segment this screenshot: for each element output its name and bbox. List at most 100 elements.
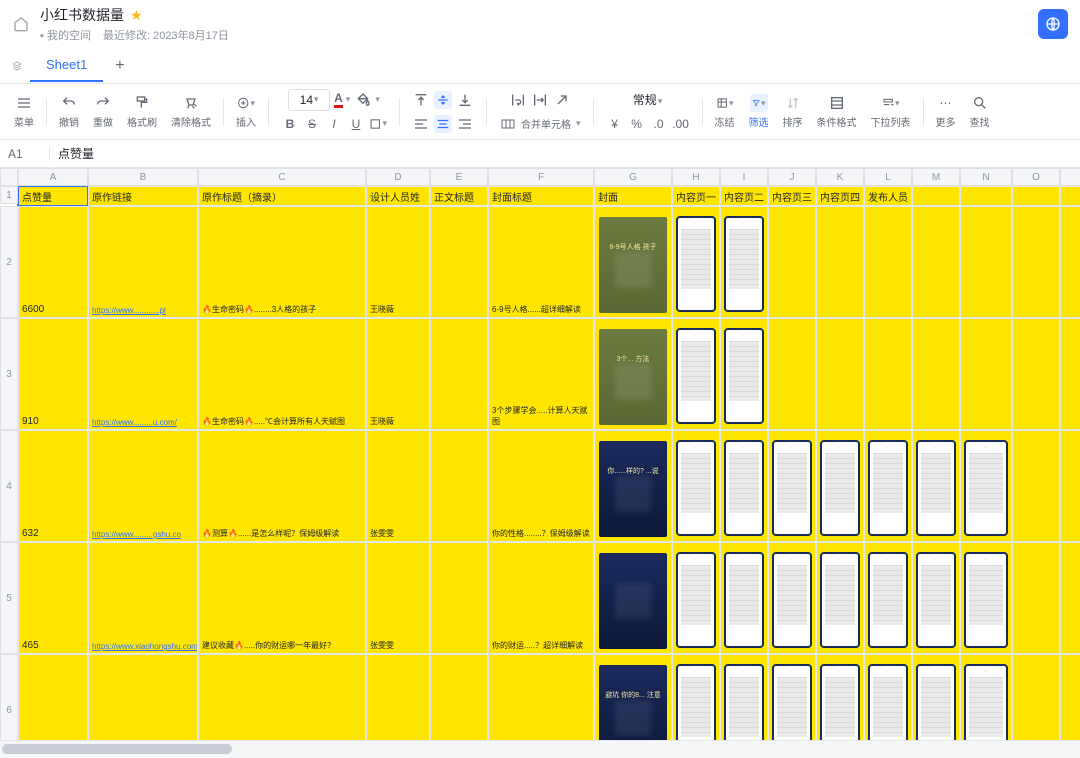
column-header-cell[interactable]: 发布人员	[864, 186, 912, 206]
likes-cell[interactable]: 632	[18, 430, 88, 542]
col-header[interactable]: C	[198, 168, 366, 186]
cover-thumb-cell[interactable]: 6-9号人格 孩子	[594, 206, 672, 318]
redo-button[interactable]: 重做	[87, 92, 119, 131]
empty-cell[interactable]	[912, 318, 960, 430]
empty-cell[interactable]	[1012, 206, 1060, 318]
title-cell[interactable]: 🔥测算🔥......是怎么样呢？保姆级解读	[198, 430, 366, 542]
content-card-cell[interactable]: ·	[912, 430, 960, 542]
empty-cell[interactable]	[1060, 542, 1080, 654]
align-right-button[interactable]	[456, 115, 474, 133]
empty-cell[interactable]	[768, 318, 816, 430]
row-header[interactable]: 1	[0, 186, 18, 204]
designer-cell[interactable]: 张雯雯	[366, 654, 430, 740]
strike-button[interactable]: S	[303, 115, 321, 133]
spreadsheet-grid[interactable]: ABCDEFGHIJKLMNOP1点赞量原作链接原作标题（摘录）设计人员姓名正文…	[0, 168, 1080, 740]
likes-cell[interactable]	[18, 654, 88, 740]
cover-title-cell[interactable]: 6-9号人格......超详细解读	[488, 206, 594, 318]
content-card-cell[interactable]: ·	[768, 430, 816, 542]
col-header[interactable]: J	[768, 168, 816, 186]
cell-address[interactable]: A1	[0, 147, 50, 161]
col-header[interactable]: D	[366, 168, 430, 186]
empty-cell[interactable]	[960, 206, 1012, 318]
empty-cell[interactable]	[1060, 654, 1080, 740]
content-card-cell[interactable]: ·	[720, 654, 768, 740]
cover-thumb-cell[interactable]: 3个... 方法	[594, 318, 672, 430]
designer-cell[interactable]: 张雯雯	[366, 430, 430, 542]
empty-cell[interactable]	[960, 318, 1012, 430]
content-card-cell[interactable]: ·	[672, 542, 720, 654]
rotate-button[interactable]	[553, 91, 571, 109]
column-header-cell[interactable]: 正文标题	[430, 186, 488, 206]
body-title-cell[interactable]	[430, 206, 488, 318]
likes-cell[interactable]: 465	[18, 542, 88, 654]
title-cell[interactable]: 🔥生命密码🔥........3人格的孩子	[198, 206, 366, 318]
horizontal-scrollbar[interactable]	[0, 740, 1080, 758]
col-header[interactable]: N	[960, 168, 1012, 186]
currency-button[interactable]: ¥	[606, 115, 624, 133]
column-header-cell[interactable]: 内容页一	[672, 186, 720, 206]
likes-cell[interactable]: 6600	[18, 206, 88, 318]
empty-cell[interactable]	[1012, 318, 1060, 430]
empty-cell[interactable]	[1060, 206, 1080, 318]
underline-button[interactable]: U	[347, 115, 365, 133]
filter-button[interactable]: ▾ 筛选	[743, 92, 775, 131]
empty-cell[interactable]	[912, 206, 960, 318]
cover-title-cell[interactable]: 你的财运.....？超详细解读	[488, 542, 594, 654]
content-card-cell[interactable]: ·	[816, 654, 864, 740]
row-header[interactable]: 6	[0, 654, 18, 740]
content-card-cell[interactable]: ·	[720, 542, 768, 654]
col-header[interactable]: A	[18, 168, 88, 186]
designer-cell[interactable]: 王晓薇	[366, 206, 430, 318]
content-card-cell[interactable]: ·	[768, 542, 816, 654]
content-card-cell[interactable]: ·	[672, 430, 720, 542]
column-header-cell[interactable]: 内容页四	[816, 186, 864, 206]
link-cell[interactable]: https://www.........u.com/	[88, 318, 198, 430]
col-header[interactable]: I	[720, 168, 768, 186]
text-color-button[interactable]: A▾	[334, 92, 350, 108]
row-header[interactable]: 3	[0, 318, 18, 430]
row-header[interactable]: 4	[0, 430, 18, 542]
column-header-cell[interactable]: 原作标题（摘录）	[198, 186, 366, 206]
col-header[interactable]: P	[1060, 168, 1080, 186]
empty-cell[interactable]	[1060, 430, 1080, 542]
valign-bottom-button[interactable]	[456, 91, 474, 109]
font-size-select[interactable]: 14▾	[288, 89, 330, 111]
empty-cell[interactable]	[1012, 430, 1060, 542]
undo-button[interactable]: 撤销	[53, 92, 85, 131]
scroll-thumb[interactable]	[2, 744, 232, 754]
body-title-cell[interactable]: 避坑指南	[430, 654, 488, 740]
col-header[interactable]: L	[864, 168, 912, 186]
designer-cell[interactable]: 王晓薇	[366, 318, 430, 430]
link-cell[interactable]	[88, 654, 198, 740]
wrap-button[interactable]	[509, 91, 527, 109]
content-card-cell[interactable]: ·	[672, 654, 720, 740]
content-card-cell[interactable]: ·	[960, 430, 1012, 542]
format-painter-button[interactable]: 格式刷	[121, 92, 163, 131]
number-format-select[interactable]: 常规▾	[629, 91, 667, 108]
cover-thumb-cell[interactable]	[594, 542, 672, 654]
insert-button[interactable]: ▾ 插入	[230, 92, 262, 131]
dec-dec-button[interactable]: .00	[672, 115, 690, 133]
doc-title[interactable]: 小红书数据量	[40, 5, 124, 25]
column-header-cell[interactable]	[912, 186, 960, 206]
col-header[interactable]: G	[594, 168, 672, 186]
empty-cell[interactable]	[1012, 542, 1060, 654]
column-header-cell[interactable]: 封面标题	[488, 186, 594, 206]
border-button[interactable]: ▾	[369, 115, 387, 133]
fill-color-button[interactable]: ▾	[354, 91, 380, 109]
col-header[interactable]: B	[88, 168, 198, 186]
more-button[interactable]: ⋯ 更多	[930, 92, 962, 131]
empty-cell[interactable]	[864, 318, 912, 430]
col-header[interactable]: E	[430, 168, 488, 186]
dec-inc-button[interactable]: .0	[650, 115, 668, 133]
overflow-button[interactable]	[531, 91, 549, 109]
share-button[interactable]	[1038, 9, 1068, 39]
content-card-cell[interactable]: ·	[864, 542, 912, 654]
sheet-tab-active[interactable]: Sheet1	[30, 49, 103, 82]
column-header-cell[interactable]: 封面	[594, 186, 672, 206]
content-card-cell[interactable]: ·	[672, 318, 720, 430]
title-cell[interactable]	[198, 654, 366, 740]
designer-cell[interactable]: 张雯雯	[366, 542, 430, 654]
workspace-label[interactable]: ▪ 我的空间	[40, 27, 91, 43]
column-header-cell[interactable]: 内容页三	[768, 186, 816, 206]
